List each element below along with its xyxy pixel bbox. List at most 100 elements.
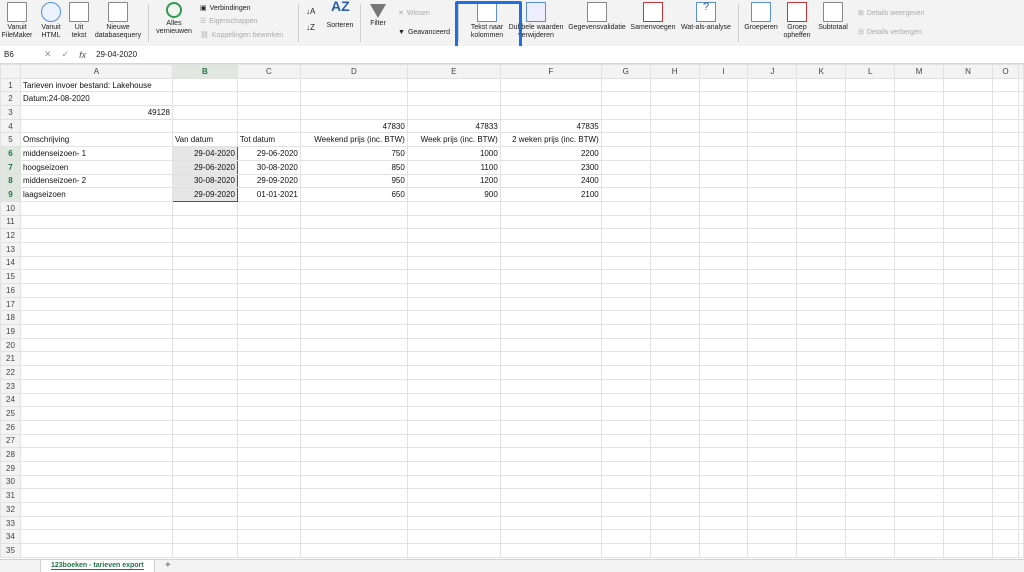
- cell[interactable]: [600, 200, 651, 216]
- groep-opheffen-button[interactable]: Groep opheffen: [782, 2, 812, 40]
- cell[interactable]: [845, 324, 896, 339]
- cell[interactable]: [649, 228, 700, 243]
- cell[interactable]: [19, 529, 173, 545]
- cell[interactable]: [894, 241, 945, 257]
- cell[interactable]: [747, 214, 798, 230]
- cell[interactable]: [649, 460, 700, 476]
- cell[interactable]: [894, 543, 945, 558]
- name-box[interactable]: B6: [0, 50, 44, 59]
- cell[interactable]: [600, 105, 651, 120]
- cell[interactable]: [698, 433, 749, 449]
- cell[interactable]: [991, 228, 1020, 243]
- cell[interactable]: [1018, 488, 1024, 503]
- cell[interactable]: [19, 378, 173, 394]
- cell[interactable]: [894, 228, 945, 243]
- cell[interactable]: [499, 255, 602, 271]
- details-weergeven-button[interactable]: ⊞ Details weergeven: [858, 8, 924, 18]
- cell[interactable]: [894, 488, 945, 503]
- cell[interactable]: 47833: [406, 118, 501, 134]
- cell[interactable]: [991, 324, 1020, 339]
- sort-za-button[interactable]: ↓Z: [306, 22, 315, 32]
- row-header[interactable]: 6: [0, 146, 21, 161]
- cell[interactable]: [894, 365, 945, 380]
- cell[interactable]: [845, 337, 896, 353]
- cell[interactable]: [943, 502, 993, 517]
- cell[interactable]: [600, 419, 651, 435]
- column-header[interactable]: M: [894, 64, 945, 79]
- column-header[interactable]: [1018, 64, 1024, 79]
- cell[interactable]: [600, 310, 651, 326]
- cell[interactable]: [19, 406, 173, 421]
- cell[interactable]: [499, 406, 602, 421]
- koppelingen-bewerken-button[interactable]: ⛓ Koppelingen bewerken: [200, 30, 283, 40]
- cell[interactable]: [894, 419, 945, 435]
- cell[interactable]: 950: [299, 173, 408, 189]
- cell[interactable]: [649, 474, 700, 490]
- cell[interactable]: [943, 378, 993, 394]
- cell[interactable]: [499, 474, 602, 490]
- cell[interactable]: 01-01-2021: [236, 187, 301, 202]
- gegevensvalidatie-button[interactable]: Gegevensvalidatie: [566, 2, 628, 32]
- cell[interactable]: [299, 392, 408, 408]
- cell[interactable]: [299, 378, 408, 394]
- cell[interactable]: [845, 529, 896, 545]
- cell[interactable]: [943, 283, 993, 298]
- cell[interactable]: [747, 324, 798, 339]
- cell[interactable]: [299, 460, 408, 476]
- cell[interactable]: [299, 515, 408, 531]
- cell[interactable]: [299, 529, 408, 545]
- cell[interactable]: [845, 118, 896, 134]
- cell[interactable]: [299, 488, 408, 503]
- cell[interactable]: [991, 91, 1020, 107]
- cell[interactable]: [649, 419, 700, 435]
- cell[interactable]: [894, 118, 945, 134]
- cell[interactable]: [894, 392, 945, 408]
- cell[interactable]: [406, 474, 501, 490]
- cell[interactable]: [796, 173, 847, 189]
- cell[interactable]: [1018, 365, 1024, 380]
- cell[interactable]: [747, 91, 798, 107]
- cell[interactable]: [499, 91, 602, 107]
- cell[interactable]: [943, 91, 993, 107]
- cell[interactable]: 29-06-2020: [236, 146, 301, 161]
- cell[interactable]: [698, 283, 749, 298]
- cell[interactable]: [747, 146, 798, 161]
- cell[interactable]: [845, 460, 896, 476]
- cell[interactable]: [600, 132, 651, 148]
- cell[interactable]: [991, 515, 1020, 531]
- cell[interactable]: [796, 214, 847, 230]
- cell[interactable]: [796, 228, 847, 243]
- cell[interactable]: [1018, 105, 1024, 120]
- verbindingen-button[interactable]: ▣ Verbindingen: [200, 3, 251, 13]
- cell[interactable]: [406, 419, 501, 435]
- cell[interactable]: [406, 77, 501, 93]
- cell[interactable]: Van datum: [171, 132, 238, 148]
- cell[interactable]: [943, 406, 993, 421]
- cell[interactable]: [845, 173, 896, 189]
- cell[interactable]: [943, 433, 993, 449]
- cell[interactable]: [796, 255, 847, 271]
- cell[interactable]: [943, 105, 993, 120]
- cell[interactable]: [894, 283, 945, 298]
- cell[interactable]: [171, 543, 238, 558]
- cell[interactable]: [19, 200, 173, 216]
- cell[interactable]: [943, 337, 993, 353]
- cell[interactable]: [1018, 447, 1024, 462]
- cell[interactable]: laagseizoen: [19, 187, 173, 202]
- cell[interactable]: [1018, 460, 1024, 476]
- cell[interactable]: [991, 159, 1020, 175]
- row-header[interactable]: 33: [0, 515, 21, 531]
- cell[interactable]: [236, 351, 301, 367]
- cell[interactable]: [796, 324, 847, 339]
- cell[interactable]: [499, 296, 602, 312]
- cell[interactable]: [236, 365, 301, 380]
- cell[interactable]: [796, 310, 847, 326]
- cell[interactable]: Tarieven invoer bestand: Lakehouse: [19, 77, 173, 93]
- cell[interactable]: [600, 255, 651, 271]
- groeperen-button[interactable]: Groeperen: [743, 2, 779, 32]
- cell[interactable]: [796, 488, 847, 503]
- cell[interactable]: [845, 159, 896, 175]
- cell[interactable]: [171, 351, 238, 367]
- cell[interactable]: 30-08-2020: [171, 173, 238, 189]
- cell[interactable]: [600, 214, 651, 230]
